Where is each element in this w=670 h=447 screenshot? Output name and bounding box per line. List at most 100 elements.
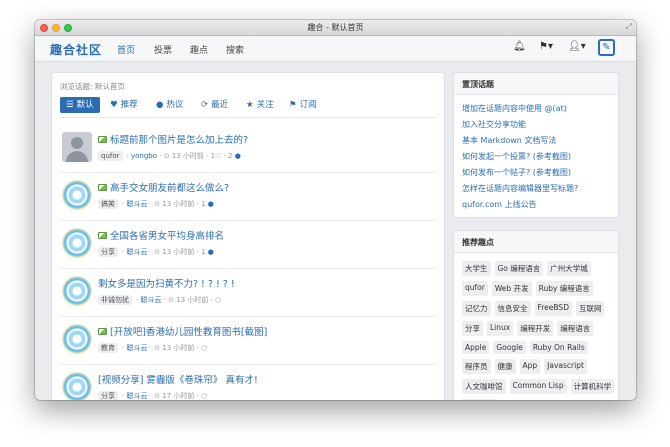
topic-meta: qufor · yongbo · ⊙ 13 小时前 · 1♡ · 2 ● (98, 151, 241, 161)
topic-title-text[interactable]: [视频分享] 雾霾版《卷珠帘》 真有才! (98, 375, 258, 386)
node-tag[interactable]: FreeBSD (534, 301, 572, 316)
node-tag[interactable]: 健康 (494, 359, 516, 374)
topic-title-text[interactable]: [开放吧]香港幼儿园性教育图书[截图] (110, 327, 267, 338)
node-tag[interactable]: 程序员 (462, 359, 491, 374)
node-tag[interactable]: Linux (487, 321, 514, 336)
node-tag[interactable]: Ruby On Rails (529, 341, 588, 354)
topic-title[interactable]: 全国各省男女平均身高排名 (98, 228, 224, 242)
compose-icon[interactable]: ✎ (598, 39, 615, 56)
refresh-icon: ⟳ (201, 100, 209, 110)
node-tag[interactable]: qufor (462, 281, 488, 296)
pinned-topic-link[interactable]: 如何发布一个帖子? (参考截图) (462, 167, 571, 178)
recommended-nodes-panel: 推荐趣点 大学生 Go 编程语言 广州大学城 qufor Web 开发 Ruby 编程语言… (453, 230, 619, 400)
tab-recent[interactable]: ⟳ 最近 (201, 97, 228, 113)
author-link[interactable]: 聪斗云 (126, 392, 147, 400)
bookmark-icon[interactable]: ⚑▾ (539, 41, 553, 52)
tab-default[interactable]: ☰ 默认 (60, 97, 100, 113)
topic-row: 标题前那个图片是怎么加上去的? qufor · yongbo · ⊙ 13 小时前 … (60, 125, 436, 173)
node-tag[interactable]: 编程开发 (517, 321, 554, 336)
avatar[interactable] (62, 324, 92, 354)
avatar[interactable] (62, 132, 92, 162)
node-tag[interactable]: 人文咖啡馆 (462, 379, 506, 394)
bell-icon[interactable]: 🔔︎ (513, 41, 526, 52)
heart-icon[interactable]: ♡ (215, 152, 221, 160)
pinned-topics-title: 置顶话题 (454, 73, 618, 95)
author-link[interactable]: 聪斗云 (126, 248, 147, 256)
avatar[interactable] (62, 276, 92, 306)
topic-title-text[interactable]: 剩女多是因为扫黄不力? ! ? ! ? ! (98, 279, 235, 290)
heart-icon: ♥ (110, 100, 118, 110)
topic-title[interactable]: [视频分享] 雾霾版《卷珠帘》 真有才! (98, 372, 258, 386)
pinned-topic-link[interactable]: 基本 Markdown 文档写法 (462, 135, 556, 146)
topic-title[interactable]: 标题前那个图片是怎么加上去的? (98, 132, 248, 146)
comment-icon[interactable]: ○ (201, 344, 207, 352)
nav-item-home[interactable]: 首页 (117, 43, 135, 56)
comment-icon[interactable]: ● (206, 248, 214, 256)
node-badge[interactable]: qufor (98, 151, 123, 161)
node-tag[interactable]: Web 开发 (491, 281, 532, 296)
topic-title-text[interactable]: 高手交女朋友前都这么做么? (110, 183, 229, 194)
node-tag[interactable]: 分享 (462, 321, 483, 336)
node-tag[interactable]: Ruby 编程语言 (535, 281, 593, 296)
node-tag[interactable]: Common Lisp (509, 379, 567, 394)
node-badge[interactable]: 教育 (98, 343, 118, 353)
nav-item-vote[interactable]: 投票 (154, 43, 172, 56)
comment-icon[interactable]: ● (233, 152, 241, 160)
author-link[interactable]: 聪斗云 (126, 344, 147, 352)
node-tag[interactable]: 记忆力 (462, 301, 491, 316)
topic-time: 13 小时前 (162, 248, 195, 256)
avatar[interactable] (62, 228, 92, 258)
image-icon (98, 232, 107, 239)
tab-following[interactable]: ★ 关注 (246, 97, 274, 113)
comment-icon[interactable]: ● (206, 200, 214, 208)
user-icon[interactable]: 👤︎▾ (568, 41, 586, 52)
node-badge[interactable]: 分享 (98, 247, 118, 257)
comment-icon[interactable]: ○ (201, 392, 207, 400)
node-tag[interactable]: Go 编程语言 (494, 261, 544, 276)
node-tag[interactable]: App (519, 359, 541, 374)
node-tag[interactable]: Javascript (544, 359, 587, 374)
topic-title[interactable]: 高手交女朋友前都这么做么? (98, 180, 229, 194)
node-tag[interactable]: 信息安全 (494, 301, 531, 316)
author-link[interactable]: 聪斗云 (126, 200, 147, 208)
site-logo[interactable]: 趣合社区 (50, 41, 102, 58)
topic-meta: 搞笑 · 聪斗云 · ⊙ 13 小时前 · 1 ● (98, 199, 214, 209)
author-link[interactable]: yongbo (131, 152, 157, 160)
topic-title-text[interactable]: 标题前那个图片是怎么加上去的? (110, 135, 248, 146)
topic-title[interactable]: [开放吧]香港幼儿园性教育图书[截图] (98, 324, 267, 338)
topic-title[interactable]: 剩女多是因为扫黄不力? ! ? ! ? ! (98, 276, 235, 290)
node-badge[interactable]: 分享 (98, 391, 118, 400)
pinned-topic-link[interactable]: 如何发起一个投票? (参考截图) (462, 151, 571, 162)
node-tag[interactable]: 广州大学城 (547, 261, 591, 276)
node-tag[interactable]: 计算机科学 (570, 379, 615, 394)
node-tag[interactable]: Apple (462, 341, 490, 354)
pinned-topic-link[interactable]: 加入社交分享功能 (462, 119, 526, 130)
avatar[interactable] (62, 372, 92, 400)
pinned-topic-link[interactable]: qufor.com 上线公告 (462, 199, 537, 210)
divider (60, 117, 436, 118)
node-badge[interactable]: 搞笑 (98, 199, 118, 209)
comment-icon[interactable]: ○ (215, 296, 221, 304)
nav-item-nodes[interactable]: 趣点 (190, 43, 208, 56)
node-tag[interactable]: 编程语言 (557, 321, 594, 336)
fullscreen-icon[interactable]: ⤢ (626, 22, 632, 32)
pinned-topic-link[interactable]: 怎样在话题内容编辑器里写标题? (462, 183, 578, 194)
tab-hot[interactable]: ● 热议 (156, 97, 183, 113)
pinned-topic-link[interactable]: 增加在话题内容中使用 @(at) (462, 103, 567, 114)
avatar[interactable] (62, 180, 92, 210)
title-bar: 趣合 - 默认首页 ⤢ (35, 20, 636, 36)
tab-subscribed[interactable]: ⚑ 订阅 (289, 97, 317, 113)
tab-recommended[interactable]: ♥ 推荐 (110, 97, 138, 113)
breadcrumb: 浏览话题: 默认首页 (60, 82, 125, 91)
topic-time: 13 小时前 (171, 152, 204, 160)
topic-time: 13 小时前 (176, 296, 209, 304)
topic-title-text[interactable]: 全国各省男女平均身高排名 (110, 231, 224, 242)
node-tag[interactable]: 大学生 (462, 261, 491, 276)
browser-window: 趣合 - 默认首页 ⤢ 趣合社区 首页 投票 趣点 搜索 🔔︎ ⚑▾ 👤︎▾ ✎… (35, 20, 636, 400)
node-tag[interactable]: Google (493, 341, 526, 354)
node-tag[interactable]: 互联网 (575, 301, 605, 316)
node-tag[interactable]: Mac OS (462, 399, 497, 400)
nav-item-search[interactable]: 搜索 (226, 43, 244, 56)
author-link[interactable]: 聪斗云 (140, 296, 161, 304)
node-badge[interactable]: 非诚勿扰 (98, 295, 132, 305)
